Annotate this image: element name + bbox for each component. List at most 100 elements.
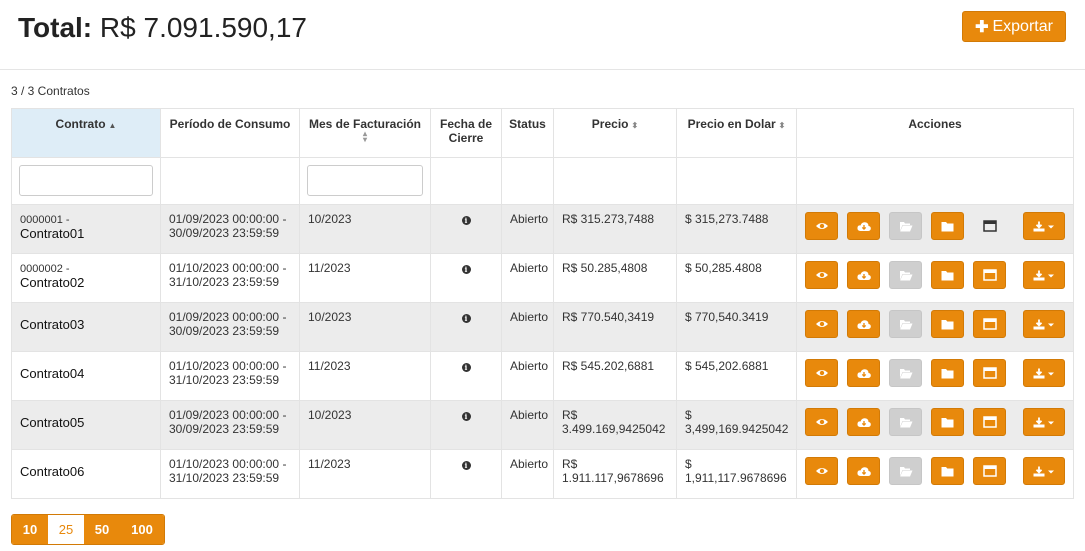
- cloud-download-icon: [857, 368, 871, 379]
- window-icon: [983, 269, 997, 281]
- price-brl: R$ 1.911.117,9678696: [553, 449, 677, 499]
- billing-month: 11/2023: [299, 449, 431, 499]
- column-header-acciones: Acciones: [796, 108, 1074, 158]
- folder-button[interactable]: [931, 408, 965, 436]
- open-folder-button[interactable]: [889, 310, 923, 338]
- download-dropdown-button[interactable]: [1023, 359, 1066, 387]
- info-icon[interactable]: i: [461, 363, 471, 372]
- export-button[interactable]: ✚ Exportar: [962, 11, 1066, 42]
- open-folder-button[interactable]: [889, 212, 923, 240]
- view-button[interactable]: [805, 457, 839, 485]
- folder-icon: [941, 368, 954, 379]
- eye-icon: [815, 270, 829, 280]
- cloud-download-button[interactable]: [847, 359, 881, 387]
- folder-button[interactable]: [931, 212, 965, 240]
- contract-code: 0000002 -: [20, 263, 70, 275]
- page-size-10[interactable]: 10: [12, 515, 48, 544]
- download-icon: [1033, 270, 1055, 281]
- window-icon-button[interactable]: [973, 212, 1006, 240]
- contract-name: Contrato01: [20, 226, 85, 241]
- info-icon[interactable]: i: [461, 265, 471, 274]
- export-label: Exportar: [992, 17, 1053, 35]
- contract-name: Contrato04: [20, 366, 85, 381]
- contract-filter-input[interactable]: [19, 165, 153, 196]
- download-dropdown-button[interactable]: [1023, 408, 1066, 436]
- window-icon-button[interactable]: [973, 408, 1007, 436]
- period-end: 31/10/2023 23:59:59: [169, 471, 280, 485]
- price-usd: $ 545,202.6881: [676, 351, 797, 401]
- column-header-precio-dolar[interactable]: Precio en Dolar ⬍: [676, 108, 797, 158]
- status-text: Abierto: [501, 204, 554, 254]
- window-icon: [983, 367, 997, 379]
- price-brl: R$ 545.202,6881: [553, 351, 677, 401]
- open-folder-button[interactable]: [889, 457, 923, 485]
- cloud-download-button[interactable]: [847, 261, 881, 289]
- page-size-100[interactable]: 100: [120, 515, 164, 544]
- cloud-download-icon: [857, 270, 871, 281]
- window-icon-button[interactable]: [973, 457, 1007, 485]
- page-size-50[interactable]: 50: [84, 515, 120, 544]
- cloud-download-button[interactable]: [847, 408, 881, 436]
- download-dropdown-button[interactable]: [1023, 261, 1066, 289]
- status-text: Abierto: [501, 400, 554, 450]
- column-header-status: Status: [501, 108, 554, 158]
- window-icon: [983, 220, 997, 232]
- folder-icon: [941, 221, 954, 232]
- info-icon[interactable]: i: [461, 461, 471, 470]
- window-icon-button[interactable]: [973, 261, 1007, 289]
- eye-icon: [815, 319, 829, 329]
- column-header-fecha-cierre: Fecha de Cierre: [430, 108, 502, 158]
- download-dropdown-button[interactable]: [1023, 457, 1066, 485]
- view-button[interactable]: [805, 408, 839, 436]
- cloud-download-button[interactable]: [847, 310, 881, 338]
- price-brl: R$ 50.285,4808: [553, 253, 677, 303]
- open-folder-button[interactable]: [889, 408, 923, 436]
- info-icon[interactable]: i: [461, 412, 471, 421]
- contract-count: 3 / 3 Contratos: [11, 84, 90, 98]
- download-icon: [1033, 319, 1055, 330]
- folder-open-icon: [899, 466, 913, 477]
- price-usd: $ 50,285.4808: [676, 253, 797, 303]
- sort-up-icon: ▲: [108, 121, 117, 130]
- column-header-contrato[interactable]: Contrato ▲: [11, 108, 161, 158]
- folder-icon: [941, 319, 954, 330]
- status-text: Abierto: [501, 302, 554, 352]
- download-dropdown-button[interactable]: [1023, 212, 1066, 240]
- contracts-table: Contrato ▲ Período de Consumo Mes de Fact…: [11, 108, 1074, 499]
- view-button[interactable]: [805, 212, 839, 240]
- period-end: 30/09/2023 23:59:59: [169, 324, 280, 338]
- view-button[interactable]: [805, 261, 839, 289]
- billing-month: 11/2023: [299, 253, 431, 303]
- eye-icon: [815, 221, 829, 231]
- total-value: R$ 7.091.590,17: [99, 12, 307, 43]
- page-header: Total: R$ 7.091.590,17 ✚ Exportar: [0, 0, 1085, 70]
- price-usd: $ 1,911,117.9678696: [676, 449, 797, 499]
- column-header-precio[interactable]: Precio ⬍: [553, 108, 677, 158]
- window-icon: [983, 416, 997, 428]
- download-dropdown-button[interactable]: [1023, 310, 1066, 338]
- folder-button[interactable]: [931, 310, 965, 338]
- folder-open-icon: [899, 417, 913, 428]
- page-size-25[interactable]: 25: [48, 515, 84, 544]
- contract-name: Contrato06: [20, 464, 85, 479]
- cloud-download-button[interactable]: [847, 212, 881, 240]
- status-text: Abierto: [501, 449, 554, 499]
- open-folder-button[interactable]: [889, 261, 923, 289]
- view-button[interactable]: [805, 310, 839, 338]
- info-icon[interactable]: i: [461, 216, 471, 225]
- billing-month-filter-input[interactable]: [307, 165, 423, 196]
- folder-button[interactable]: [931, 359, 965, 387]
- table-row: Contrato06 01/10/2023 00:00:00 -31/10/202…: [11, 449, 1074, 499]
- info-icon[interactable]: i: [461, 314, 471, 323]
- view-button[interactable]: [805, 359, 839, 387]
- cloud-download-button[interactable]: [847, 457, 881, 485]
- open-folder-button[interactable]: [889, 359, 923, 387]
- window-icon-button[interactable]: [973, 359, 1007, 387]
- column-header-mes[interactable]: Mes de Facturación ▴ ▾: [299, 108, 431, 158]
- folder-button[interactable]: [931, 261, 965, 289]
- download-icon: [1033, 466, 1055, 477]
- window-icon-button[interactable]: [973, 310, 1007, 338]
- period-end: 31/10/2023 23:59:59: [169, 373, 280, 387]
- folder-button[interactable]: [931, 457, 965, 485]
- table-row: Contrato03 01/09/2023 00:00:00 -30/09/202…: [11, 302, 1074, 352]
